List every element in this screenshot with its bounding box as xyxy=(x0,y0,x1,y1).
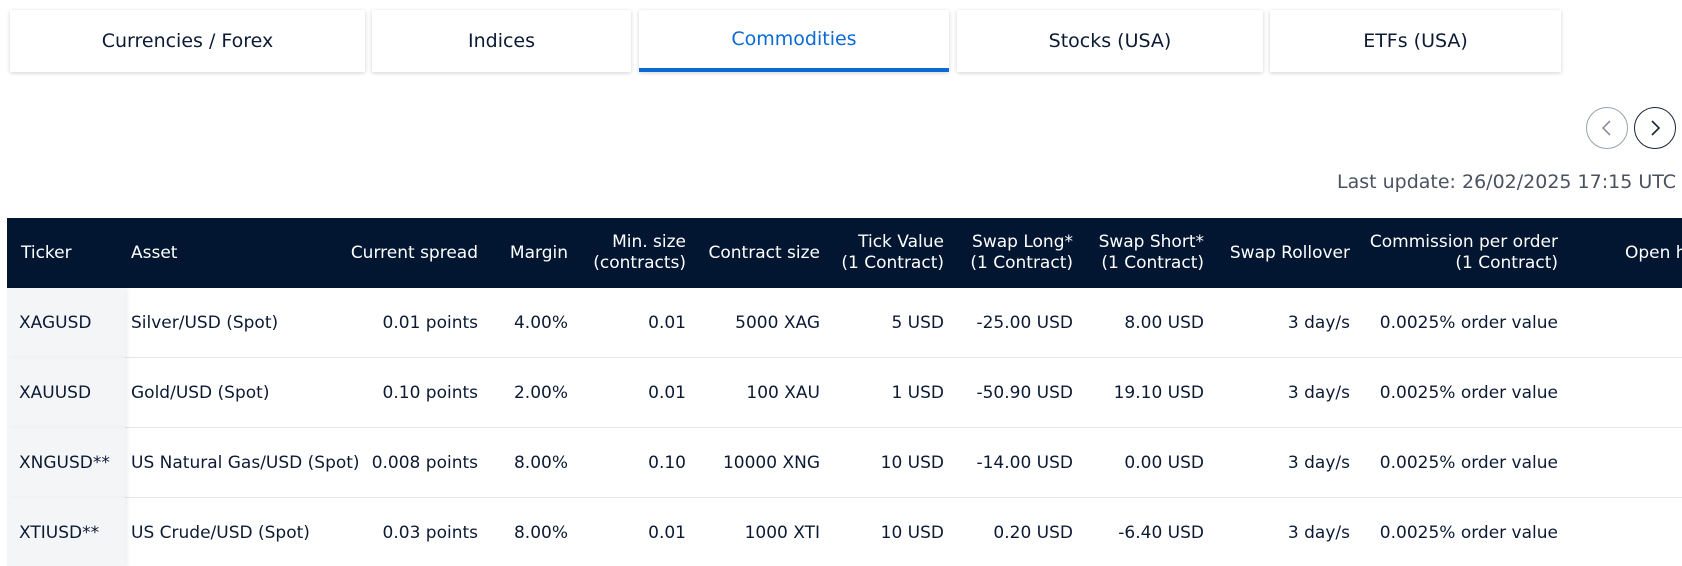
header-ticker: Ticker xyxy=(21,242,72,263)
tab-label: Commodities xyxy=(731,28,857,50)
cell-contract-size: 1000 XTI xyxy=(744,523,820,543)
header-swap-long: Swap Long* (1 Contract) xyxy=(970,232,1073,273)
cell-min-size: 0.10 xyxy=(648,453,686,473)
cell-margin: 8.00% xyxy=(513,453,568,473)
cell-min-size: 0.01 xyxy=(648,523,686,543)
table-row: XAUUSD Gold/USD (Spot) 0.10 points 2.00% 0.0… xyxy=(7,358,1682,428)
cell-commission: 0.0025% order value xyxy=(1379,453,1558,473)
cell-swap-rollover: 3 day/s xyxy=(1287,453,1350,473)
cell-ticker: XTIUSD** xyxy=(19,523,100,543)
header-swap-rollover: Swap Rollover xyxy=(1229,242,1350,263)
cell-swap-short: 0.00 USD xyxy=(1124,453,1204,473)
cell-swap-long: -50.90 USD xyxy=(976,383,1073,403)
cell-min-size: 0.01 xyxy=(648,313,686,333)
table-row: XTIUSD** US Crude/USD (Spot) 0.03 points 8.… xyxy=(7,498,1682,566)
cell-ticker: XAGUSD xyxy=(19,313,92,333)
cell-swap-short: 19.10 USD xyxy=(1113,383,1204,403)
cell-margin: 8.00% xyxy=(513,523,568,543)
header-contract-size: Contract size xyxy=(708,242,821,263)
cell-current-spread: 0.10 points xyxy=(382,383,478,403)
cell-swap-long: -14.00 USD xyxy=(976,453,1073,473)
cell-current-spread: 0.008 points xyxy=(371,453,478,473)
tab-currencies-forex[interactable]: Currencies / Forex xyxy=(10,10,365,72)
cell-swap-short: 8.00 USD xyxy=(1124,313,1204,333)
cell-asset: US Crude/USD (Spot) xyxy=(131,523,310,543)
tab-indices[interactable]: Indices xyxy=(372,10,631,72)
cell-commission: 0.0025% order value xyxy=(1379,313,1558,333)
cell-asset: Silver/USD (Spot) xyxy=(131,313,279,333)
cell-swap-short: -6.40 USD xyxy=(1118,523,1204,543)
cell-margin: 4.00% xyxy=(513,313,568,333)
cell-ticker: XAUUSD xyxy=(19,383,92,403)
tab-label: Indices xyxy=(467,30,536,52)
cell-swap-long: 0.20 USD xyxy=(993,523,1073,543)
header-open-hours: Open h xyxy=(1625,242,1682,263)
tab-stocks-usa[interactable]: Stocks (USA) xyxy=(957,10,1263,72)
header-swap-short: Swap Short* (1 Contract) xyxy=(1098,232,1204,273)
cell-swap-rollover: 3 day/s xyxy=(1287,523,1350,543)
previous-button[interactable] xyxy=(1586,107,1628,149)
header-tick-value: Tick Value (1 Contract) xyxy=(841,232,944,273)
cell-contract-size: 5000 XAG xyxy=(735,313,820,333)
cell-margin: 2.00% xyxy=(513,383,568,403)
next-button[interactable] xyxy=(1634,107,1676,149)
table-row: XAGUSD Silver/USD (Spot) 0.01 points 4.00% 0… xyxy=(7,288,1682,358)
tab-commodities[interactable]: Commodities xyxy=(639,10,949,72)
tab-etfs-usa[interactable]: ETFs (USA) xyxy=(1270,10,1561,72)
cell-tick-value: 10 USD xyxy=(880,453,944,473)
cell-asset: US Natural Gas/USD (Spot) xyxy=(131,453,360,473)
tab-label: Currencies / Forex xyxy=(101,30,274,52)
cell-commission: 0.0025% order value xyxy=(1379,383,1558,403)
commodities-table: Ticker Asset Current spread Margin Min. … xyxy=(7,218,1682,566)
cell-tick-value: 5 USD xyxy=(891,313,944,333)
cell-ticker: XNGUSD** xyxy=(19,453,110,473)
table-row: XNGUSD** US Natural Gas/USD (Spot) 0.008 p… xyxy=(7,428,1682,498)
header-commission: Commission per order (1 Contract) xyxy=(1369,232,1558,273)
cell-asset: Gold/USD (Spot) xyxy=(131,383,270,403)
market-tabs: Currencies / Forex Indices Commodities S… xyxy=(0,0,1682,80)
cell-current-spread: 0.01 points xyxy=(382,313,478,333)
chevron-left-icon xyxy=(1601,120,1611,136)
header-current-spread: Current spread xyxy=(350,242,478,263)
last-update-text: Last update: 26/02/2025 17:15 UTC xyxy=(1336,171,1676,193)
tab-label: ETFs (USA) xyxy=(1363,30,1468,52)
cell-contract-size: 10000 XNG xyxy=(722,453,820,473)
chevron-right-icon xyxy=(1651,120,1661,136)
tab-label: Stocks (USA) xyxy=(1048,30,1172,52)
cell-swap-rollover: 3 day/s xyxy=(1287,313,1350,333)
table-header: Ticker Asset Current spread Margin Min. … xyxy=(7,218,1682,288)
header-asset: Asset xyxy=(131,242,178,263)
header-margin: Margin xyxy=(509,242,568,263)
cell-min-size: 0.01 xyxy=(648,383,686,403)
cell-tick-value: 1 USD xyxy=(891,383,944,403)
cell-swap-long: -25.00 USD xyxy=(976,313,1073,333)
header-min-size: Min. size (contracts) xyxy=(593,232,686,273)
cell-contract-size: 100 XAU xyxy=(746,383,820,403)
cell-current-spread: 0.03 points xyxy=(382,523,478,543)
cell-swap-rollover: 3 day/s xyxy=(1287,383,1350,403)
cell-commission: 0.0025% order value xyxy=(1379,523,1558,543)
cell-tick-value: 10 USD xyxy=(880,523,944,543)
